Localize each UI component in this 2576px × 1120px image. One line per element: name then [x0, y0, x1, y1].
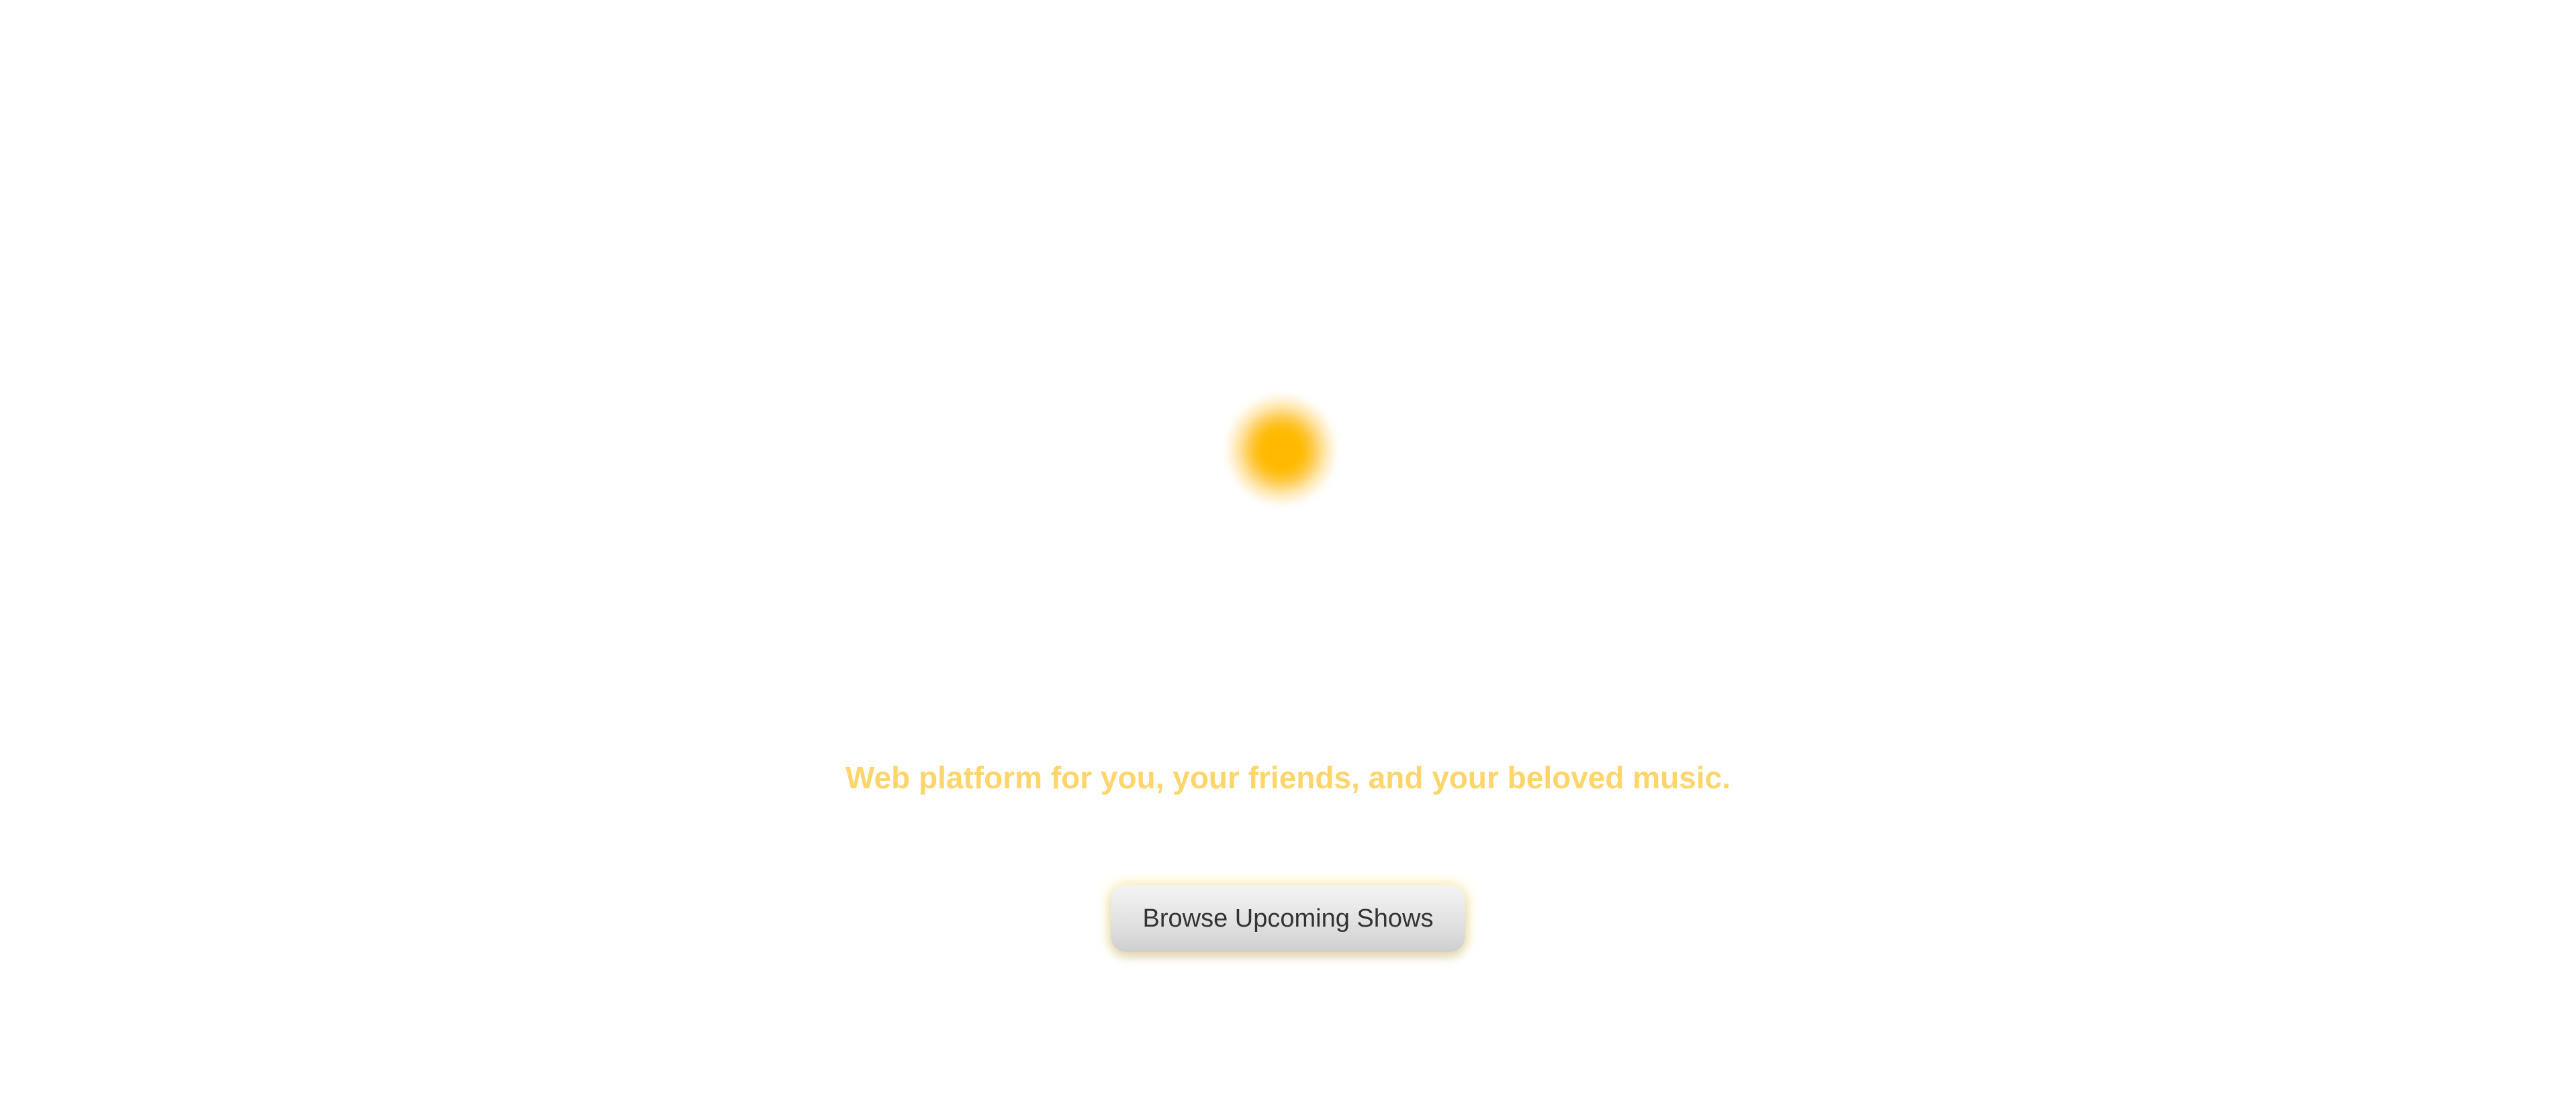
glowing-sun-orb-icon	[1228, 396, 1335, 504]
browse-upcoming-shows-button[interactable]: Browse Upcoming Shows	[1111, 885, 1465, 952]
tagline: Web platform for you, your friends, and …	[845, 759, 1731, 795]
